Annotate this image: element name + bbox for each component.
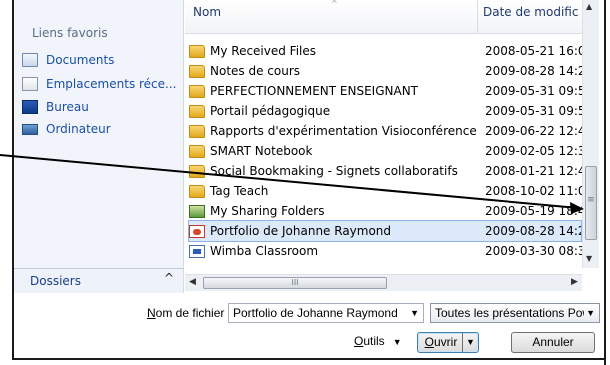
file-date: 2009-03-30 08:30 [485, 244, 594, 258]
column-header-date[interactable]: Date de modifica [483, 5, 578, 19]
file-date: 2009-08-28 14:26 [485, 64, 594, 78]
file-date: 2009-05-31 09:54 [485, 104, 594, 118]
open-file-dialog: Liens favoris Documents Emplacements réc… [0, 0, 610, 365]
file-date: 2009-05-19 18:4 [485, 204, 586, 218]
file-row-selected[interactable]: Portfolio de Johanne Raymond 2009-08-28 … [188, 220, 594, 242]
dialog-border [14, 358, 606, 360]
application-file-icon [189, 244, 205, 258]
open-button[interactable]: Ouvrir ▼ [417, 332, 479, 353]
dropdown-arrow-icon: ▼ [584, 304, 595, 322]
dialog-footer: Nom de fichier : Portfolio de Johanne Ra… [14, 293, 604, 358]
folder-icon [189, 164, 205, 178]
folder-icon [189, 184, 205, 198]
folder-icon [189, 124, 205, 138]
file-date: 2009-02-05 12:31 [485, 144, 594, 158]
file-name: Portfolio de Johanne Raymond [210, 224, 392, 238]
horizontal-scroll-thumb[interactable]: III [203, 277, 387, 289]
file-name: My Sharing Folders [210, 204, 325, 218]
file-date: 2008-01-21 12:47 [485, 164, 594, 178]
favorite-links-header: Liens favoris [32, 26, 108, 40]
column-header-name[interactable]: Nom [193, 5, 221, 19]
documents-icon [22, 53, 38, 67]
folder-icon [189, 104, 205, 118]
file-date: 2009-05-31 09:53 [485, 84, 594, 98]
file-date: 2009-06-22 12:48 [485, 124, 594, 138]
nav-item-label: Ordinateur [46, 122, 111, 136]
file-name: Rapports d'expérimentation Visioconféren… [210, 124, 477, 138]
computer-icon [22, 123, 38, 135]
nav-item-desktop[interactable]: Bureau [22, 97, 180, 117]
nav-item-documents[interactable]: Documents [22, 50, 180, 70]
file-list: ^ Nom Date de modifica My Received Files… [185, 0, 595, 274]
file-name: SMART Notebook [210, 144, 313, 158]
filename-input[interactable]: Portfolio de Johanne Raymond ▼ [228, 303, 424, 323]
sort-indicator-icon: ^ [331, 0, 338, 8]
scroll-left-icon[interactable]: ◀ [189, 277, 196, 287]
dialog-border [12, 0, 14, 293]
cancel-button[interactable]: Annuler [511, 332, 595, 353]
nav-item-label: Bureau [46, 100, 89, 114]
file-row[interactable]: Notes de cours 2009-08-28 14:26 [189, 61, 594, 81]
folder-icon [189, 44, 205, 58]
file-row[interactable]: Tag Teach 2008-10-02 11:04 [189, 181, 594, 201]
file-name: PERFECTIONNEMENT ENSEIGNANT [210, 84, 419, 98]
chevron-up-icon: ^ [164, 271, 175, 285]
filetype-select[interactable]: Toutes les présentations Pow ▼ [430, 303, 600, 323]
navigation-pane: Liens favoris Documents Emplacements réc… [14, 0, 184, 268]
tools-menu-button[interactable]: Outils ▼ [354, 334, 402, 348]
file-name: Social Bookmaking - Signets collaboratif… [210, 164, 458, 178]
filename-label: Nom de fichier : [147, 306, 232, 320]
dialog-border [604, 0, 606, 365]
horizontal-scrollbar[interactable]: ◀ III ▶ [185, 274, 582, 291]
file-date: 2008-10-02 11:04 [485, 184, 594, 198]
column-headers: ^ Nom Date de modifica [185, 0, 582, 34]
desktop-icon [22, 100, 38, 114]
folder-icon [189, 64, 205, 78]
file-row[interactable]: Rapports d'expérimentation Visioconféren… [189, 121, 594, 141]
nav-item-label: Emplacements réce... [46, 77, 177, 91]
file-row[interactable]: Wimba Classroom 2009-03-30 08:30 [189, 241, 594, 261]
folders-label: Dossiers [30, 274, 81, 288]
open-split-dropdown-icon[interactable]: ▼ [462, 333, 478, 352]
file-row[interactable]: SMART Notebook 2009-02-05 12:31 [189, 141, 594, 161]
scroll-up-icon[interactable]: ▲ [586, 2, 592, 11]
nav-item-computer[interactable]: Ordinateur [22, 119, 180, 139]
powerpoint-file-icon [189, 224, 205, 238]
file-row[interactable]: My Sharing Folders 2009-05-19 18:4 [189, 201, 586, 221]
file-name: Portail pédagogique [210, 104, 331, 118]
file-name: Tag Teach [210, 184, 269, 198]
vertical-scroll-thumb[interactable] [585, 166, 597, 240]
file-row[interactable]: Portail pédagogique 2009-05-31 09:54 [189, 101, 594, 121]
folder-icon [189, 144, 205, 158]
file-name: Notes de cours [210, 64, 301, 78]
recent-places-icon [22, 77, 38, 91]
file-row[interactable]: Social Bookmaking - Signets collaboratif… [189, 161, 594, 181]
folders-toggle[interactable]: Dossiers ^ [14, 268, 184, 293]
column-separator[interactable] [477, 0, 478, 34]
dialog-border [12, 293, 14, 360]
dropdown-arrow-icon[interactable]: ▼ [410, 304, 419, 322]
file-name: My Received Files [210, 44, 317, 58]
scroll-right-icon[interactable]: ▶ [571, 277, 578, 287]
file-name: Wimba Classroom [210, 244, 319, 258]
file-date: 2008-05-21 16:07 [485, 44, 594, 58]
scroll-down-icon[interactable]: ▼ [586, 254, 592, 263]
file-row[interactable]: My Received Files 2008-05-21 16:07 [189, 41, 594, 61]
dropdown-arrow-icon: ▼ [392, 337, 402, 347]
nav-item-label: Documents [46, 53, 115, 67]
file-row[interactable]: PERFECTIONNEMENT ENSEIGNANT 2009-05-31 0… [189, 81, 594, 101]
sharing-folder-icon [189, 204, 205, 218]
folder-icon [189, 84, 205, 98]
file-date: 2009-08-28 14:26 [485, 224, 594, 238]
vertical-scrollbar[interactable]: ▲ ▼ [582, 0, 599, 268]
nav-item-recent-places[interactable]: Emplacements réce... [22, 74, 180, 94]
